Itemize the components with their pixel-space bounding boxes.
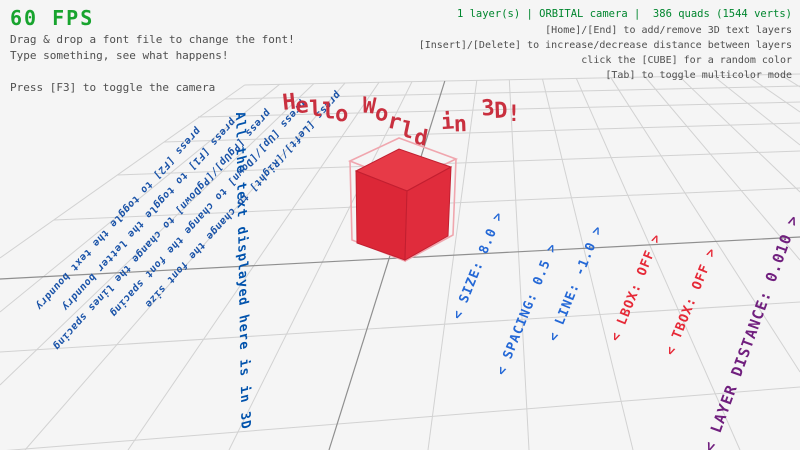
text3d-demo-window: All the text displayed here is in 3D pre… — [0, 0, 800, 450]
multicolor-hint: [Tab] to toggle multicolor mode — [605, 70, 792, 81]
drag-drop-font-hint: Drag & drop a font file to change the fo… — [10, 33, 295, 46]
toggle-camera-hint: Press [F3] to toggle the camera — [10, 81, 215, 94]
stats-bar: 1 layer(s) | ORBITAL camera | 386 quads … — [457, 8, 792, 20]
type-something-hint: Type something, see what happens! — [10, 49, 229, 62]
cube[interactable] — [0, 0, 800, 450]
cube-click-hint: click the [CUBE] for a random color — [581, 55, 792, 66]
fps-counter: 60 FPS — [10, 6, 94, 30]
layers-hint: [Home]/[End] to add/remove 3D text layer… — [545, 25, 792, 36]
layer-distance-hint: [Insert]/[Delete] to increase/decrease d… — [419, 40, 792, 51]
